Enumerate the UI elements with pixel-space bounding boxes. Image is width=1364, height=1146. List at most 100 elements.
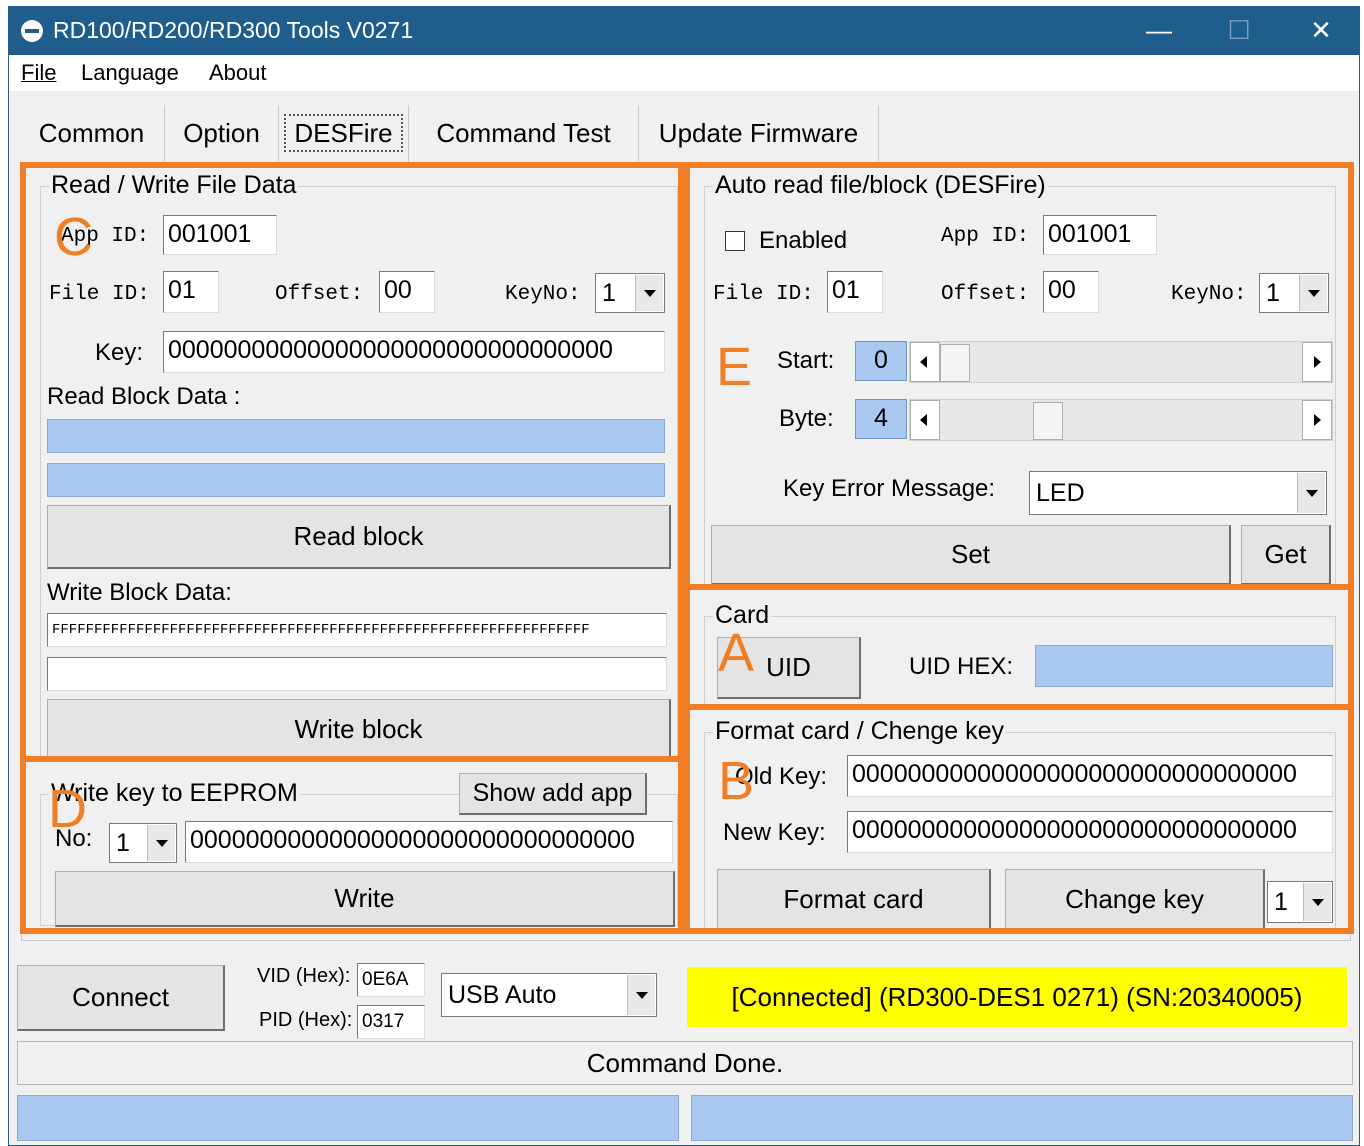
change-key-no-value: 1 bbox=[1274, 888, 1288, 916]
key-error-value: LED bbox=[1036, 479, 1085, 507]
write-block-data-1[interactable]: FFFFFFFFFFFFFFFFFFFFFFFFFFFFFFFFFFFFFFFF… bbox=[47, 613, 667, 647]
read-write-group: Read / Write File Data App ID: 001001 Fi… bbox=[40, 171, 678, 761]
command-status: Command Done. bbox=[17, 1041, 1353, 1085]
menu-language-label: Language bbox=[81, 60, 179, 85]
annotation-letter-e: E bbox=[716, 337, 753, 397]
change-key-button[interactable]: Change key bbox=[1005, 869, 1265, 931]
auto-read-group-title: Auto read file/block (DESFire) bbox=[713, 171, 1048, 200]
uid-button-label: UID bbox=[766, 652, 811, 682]
byte-slider-thumb[interactable] bbox=[1033, 402, 1063, 440]
auto-file-id-label: File ID: bbox=[713, 283, 814, 306]
eeprom-write-button-label: Write bbox=[334, 883, 395, 913]
rw-offset-label: Offset: bbox=[275, 283, 364, 306]
set-button[interactable]: Set bbox=[711, 525, 1231, 585]
usb-mode-value: USB Auto bbox=[448, 981, 557, 1009]
scroll-right-icon[interactable] bbox=[1302, 342, 1332, 382]
chevron-down-icon bbox=[147, 825, 175, 861]
menu-file[interactable]: File bbox=[21, 60, 56, 86]
rw-file-id-field[interactable]: 01 bbox=[163, 271, 219, 313]
tab-command-test-label: Command Test bbox=[436, 118, 611, 148]
rw-keyno-select[interactable]: 1 bbox=[595, 273, 665, 313]
new-key-label: New Key: bbox=[723, 819, 826, 846]
chevron-down-icon bbox=[1303, 883, 1331, 921]
format-card-button-label: Format card bbox=[783, 884, 924, 914]
card-group: Card UID UID HEX: bbox=[704, 601, 1336, 708]
start-slider-thumb[interactable] bbox=[940, 344, 970, 382]
rw-keyno-label: KeyNo: bbox=[505, 283, 581, 306]
write-block-data-2[interactable] bbox=[47, 657, 667, 691]
tab-option[interactable]: Option bbox=[165, 105, 279, 163]
rw-file-id-label: File ID: bbox=[49, 283, 150, 306]
write-block-button[interactable]: Write block bbox=[47, 699, 671, 761]
maximize-icon[interactable]: ☐ bbox=[1199, 7, 1279, 55]
tab-update-firmware[interactable]: Update Firmware bbox=[639, 105, 879, 163]
format-group-title: Format card / Chenge key bbox=[713, 717, 1007, 746]
tab-update-firmware-label: Update Firmware bbox=[658, 118, 859, 148]
show-add-app-label: Show add app bbox=[472, 779, 633, 807]
byte-value: 4 bbox=[855, 399, 907, 439]
start-slider[interactable] bbox=[909, 341, 1333, 383]
rw-app-id-field[interactable]: 001001 bbox=[163, 215, 277, 255]
change-key-button-label: Change key bbox=[1065, 884, 1204, 914]
read-block-label: Read Block Data : bbox=[47, 383, 241, 410]
pid-label: PID (Hex): bbox=[259, 1009, 353, 1031]
show-add-app-button[interactable]: Show add app bbox=[459, 773, 647, 815]
eeprom-group: Write key to EEPROM Show add app No: 1 0… bbox=[40, 773, 678, 927]
status-field-right bbox=[691, 1095, 1353, 1141]
scroll-left-icon[interactable] bbox=[910, 400, 940, 440]
get-button-label: Get bbox=[1264, 539, 1307, 569]
uid-hex-field[interactable] bbox=[1035, 645, 1333, 687]
rw-key-field[interactable]: 00000000000000000000000000000000 bbox=[163, 331, 665, 373]
desfire-panel: Read / Write File Data App ID: 001001 Fi… bbox=[21, 163, 1351, 941]
read-block-data-2[interactable] bbox=[47, 463, 665, 497]
byte-label: Byte: bbox=[779, 405, 834, 432]
format-card-button[interactable]: Format card bbox=[717, 869, 991, 931]
close-icon[interactable]: ✕ bbox=[1281, 7, 1361, 55]
tab-common[interactable]: Common bbox=[19, 105, 165, 163]
chevron-down-icon bbox=[1299, 275, 1327, 311]
minimize-icon[interactable]: — bbox=[1119, 7, 1199, 55]
tab-desfire-label: DESFire bbox=[284, 114, 403, 152]
chevron-down-icon bbox=[627, 975, 655, 1015]
tab-common-label: Common bbox=[38, 118, 145, 148]
auto-offset-field[interactable]: 00 bbox=[1043, 271, 1099, 313]
read-block-data-1[interactable] bbox=[47, 419, 665, 453]
read-block-button[interactable]: Read block bbox=[47, 505, 671, 569]
annotation-letter-c: C bbox=[54, 207, 93, 267]
rw-keyno-value: 1 bbox=[602, 279, 616, 307]
eeprom-write-button[interactable]: Write bbox=[55, 871, 675, 927]
tab-desfire[interactable]: DESFire bbox=[279, 105, 409, 163]
write-block-label: Write Block Data: bbox=[47, 579, 232, 606]
menu-about[interactable]: About bbox=[209, 60, 267, 86]
old-key-field[interactable]: 00000000000000000000000000000000 bbox=[847, 755, 1333, 797]
rw-key-label: Key: bbox=[95, 339, 144, 366]
get-button[interactable]: Get bbox=[1241, 525, 1331, 585]
eeprom-no-select[interactable]: 1 bbox=[109, 823, 177, 863]
vid-label: VID (Hex): bbox=[257, 965, 351, 987]
auto-keyno-label: KeyNo: bbox=[1171, 283, 1247, 306]
eeprom-no-value: 1 bbox=[116, 829, 130, 857]
auto-keyno-select[interactable]: 1 bbox=[1259, 273, 1329, 313]
connect-button[interactable]: Connect bbox=[17, 965, 225, 1031]
change-key-no-select[interactable]: 1 bbox=[1267, 881, 1333, 923]
usb-mode-select[interactable]: USB Auto bbox=[441, 973, 657, 1017]
enabled-checkbox[interactable] bbox=[725, 231, 745, 251]
tab-command-test[interactable]: Command Test bbox=[409, 105, 639, 163]
auto-app-id-field[interactable]: 001001 bbox=[1043, 215, 1157, 255]
scroll-left-icon[interactable] bbox=[910, 342, 940, 382]
new-key-field[interactable]: 00000000000000000000000000000000 bbox=[847, 811, 1333, 853]
vid-field[interactable]: 0E6A bbox=[357, 963, 425, 997]
rw-offset-field[interactable]: 00 bbox=[379, 271, 435, 313]
eeprom-key-field[interactable]: 00000000000000000000000000000000 bbox=[185, 821, 673, 863]
annotation-letter-d: D bbox=[48, 779, 87, 839]
auto-file-id-field[interactable]: 01 bbox=[827, 271, 883, 313]
status-field-left bbox=[17, 1095, 679, 1141]
start-value: 0 bbox=[855, 341, 907, 381]
pid-field[interactable]: 0317 bbox=[357, 1005, 425, 1039]
key-error-select[interactable]: LED bbox=[1029, 471, 1327, 515]
menu-language[interactable]: Language bbox=[81, 60, 179, 86]
title-bar[interactable]: RD100/RD200/RD300 Tools V0271 — ☐ ✕ bbox=[9, 7, 1359, 55]
window-title: RD100/RD200/RD300 Tools V0271 bbox=[53, 17, 414, 43]
scroll-right-icon[interactable] bbox=[1302, 400, 1332, 440]
byte-slider[interactable] bbox=[909, 399, 1333, 441]
